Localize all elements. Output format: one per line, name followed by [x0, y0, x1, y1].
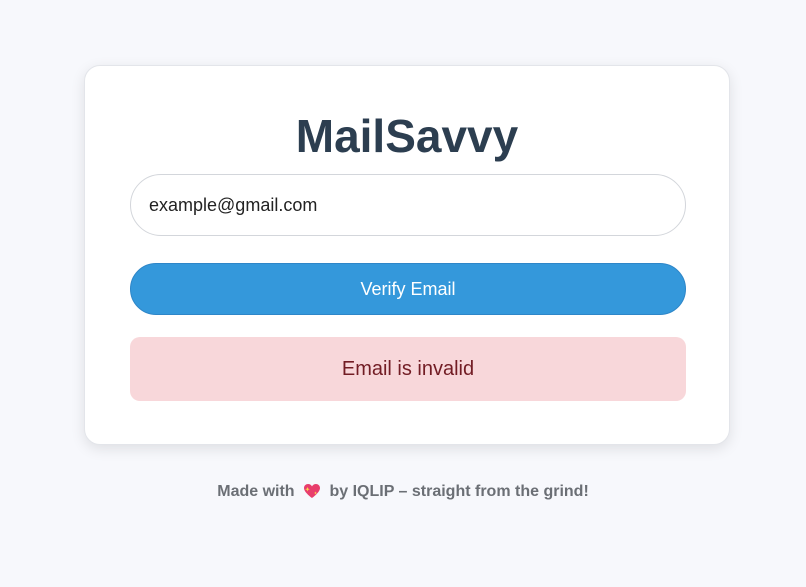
sparkling-heart-icon [303, 483, 321, 499]
email-input[interactable] [130, 174, 686, 236]
footer: Made with by IQLIP – straight from the g… [0, 482, 806, 502]
footer-made-with: Made with [217, 483, 295, 500]
verify-email-button[interactable]: Verify Email [130, 263, 686, 315]
error-alert: Email is invalid [130, 337, 686, 401]
error-message: Email is invalid [341, 357, 475, 380]
verification-card: MailSavvy Verify Email Email is invalid [84, 65, 730, 445]
app-title: MailSavvy [295, 110, 519, 162]
footer-byline: by IQLIP – straight from the grind! [329, 483, 589, 500]
